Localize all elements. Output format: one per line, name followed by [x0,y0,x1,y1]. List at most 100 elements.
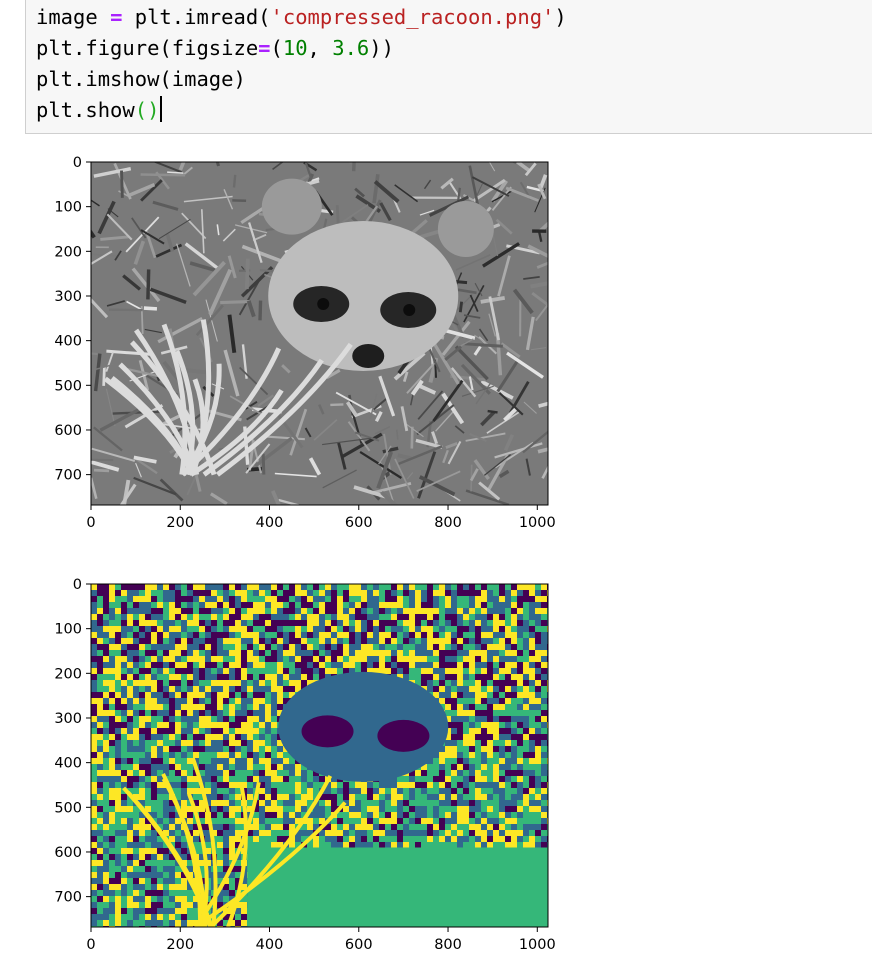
pixel-block [283,812,289,818]
pixel-block [397,662,403,668]
pixel-block [469,830,475,836]
pixel-block [487,818,493,824]
pixel-block [115,608,121,614]
pixel-block [451,638,457,644]
pixel-block [97,602,103,608]
code-line-3: plt.imshow(image) [36,67,246,91]
pixel-block [457,716,463,722]
pixel-block [121,716,127,722]
pixel-block [271,746,277,752]
pixel-block [523,752,529,758]
pixel-block [523,626,529,632]
pixel-block [103,728,109,734]
pixel-block [97,878,103,884]
pixel-block [301,800,307,806]
pixel-block [151,908,157,914]
pixel-block [523,614,529,620]
pixel-block [241,728,247,734]
pixel-block [277,626,283,632]
pixel-block [487,770,493,776]
pixel-block [319,626,325,632]
pixel-block [259,680,265,686]
pixel-block [127,596,133,602]
pixel-block [109,842,115,848]
pixel-block [313,584,319,590]
pixel-block [451,782,457,788]
pixel-block [445,638,451,644]
pixel-block [145,848,151,854]
pixel-block [445,764,451,770]
pixel-block [145,902,151,908]
pixel-block [205,674,211,680]
pixel-block [259,752,265,758]
pixel-block [355,608,361,614]
pixel-block [115,662,121,668]
pixel-block [223,710,229,716]
pixel-block [223,698,229,704]
code-editor[interactable]: image = plt.imread('compressed_racoon.pn… [36,2,567,126]
pixel-block [397,656,403,662]
pixel-block [223,626,229,632]
pixel-block [163,668,169,674]
pixel-block [217,650,223,656]
pixel-block [115,914,121,920]
pixel-block [289,770,295,776]
pixel-block [163,824,169,830]
pixel-block [427,800,433,806]
pixel-block [115,656,121,662]
pixel-block [469,746,475,752]
pixel-block [445,800,451,806]
code-cell[interactable]: image = plt.imread('compressed_racoon.pn… [25,0,872,134]
pixel-block [433,608,439,614]
pixel-block [463,596,469,602]
pixel-block [169,746,175,752]
pixel-block [409,602,415,608]
pixel-block [235,800,241,806]
pixel-block [265,674,271,680]
pixel-block [475,818,481,824]
pixel-block [151,644,157,650]
pixel-block [121,704,127,710]
pixel-block [223,632,229,638]
pixel-block [145,728,151,734]
pixel-block [523,728,529,734]
pixel-block [463,710,469,716]
pixel-block [403,812,409,818]
pixel-block [367,644,373,650]
pixel-block [151,692,157,698]
pixel-block [151,722,157,728]
pixel-block [271,782,277,788]
pixel-block [115,710,121,716]
pixel-block [115,872,121,878]
pixel-block [295,602,301,608]
pixel-block [457,710,463,716]
pixel-block [409,830,415,836]
pixel-block [133,626,139,632]
pixel-block [217,614,223,620]
pixel-block [289,584,295,590]
pixel-block [493,620,499,626]
pixel-block [169,614,175,620]
pixel-block [91,860,97,866]
pixel-block [139,842,145,848]
pixel-block [247,776,253,782]
pixel-block [433,644,439,650]
pixel-block [235,614,241,620]
pixel-block [133,728,139,734]
pixel-block [91,704,97,710]
pixel-block [469,704,475,710]
pixel-block [295,608,301,614]
pixel-block [271,626,277,632]
pixel-block [469,782,475,788]
pixel-block [523,710,529,716]
pixel-block [481,734,487,740]
pixel-block [439,824,445,830]
pixel-block [391,782,397,788]
pixel-block [313,842,319,848]
pixel-block [379,656,385,662]
pixel-block [217,812,223,818]
pixel-block [193,662,199,668]
pixel-block [517,662,523,668]
pixel-block [151,866,157,872]
pixel-block [523,686,529,692]
